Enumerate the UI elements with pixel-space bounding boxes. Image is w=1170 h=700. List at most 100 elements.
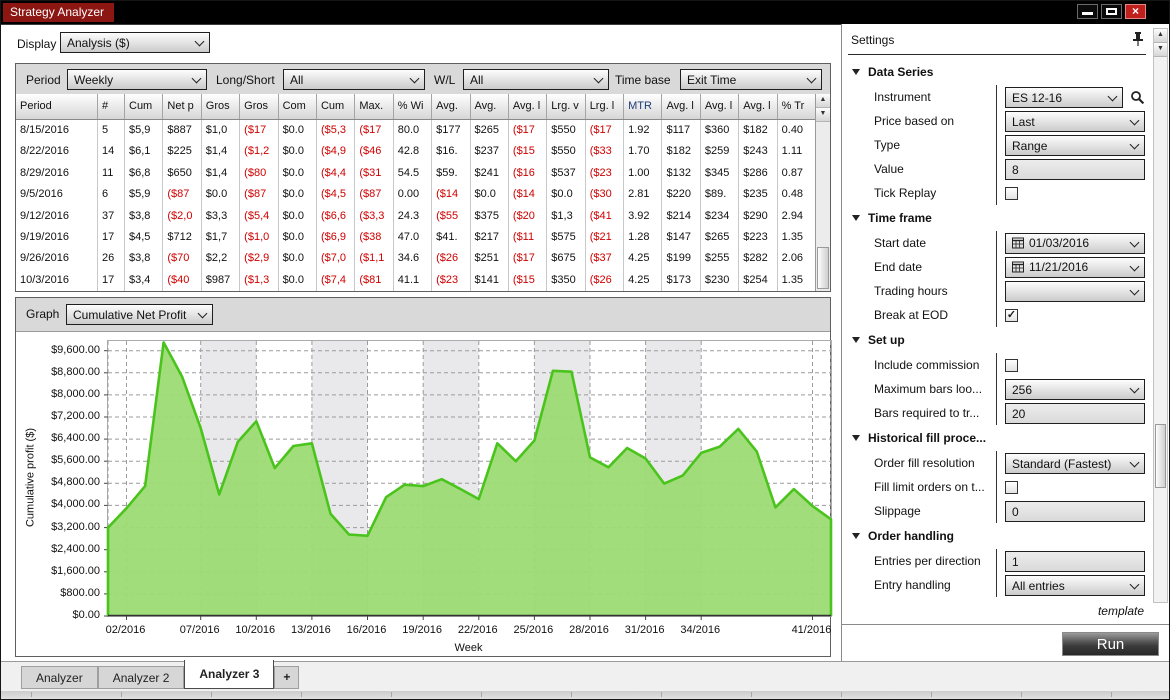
cell: ($6,9 xyxy=(317,226,356,249)
include-commission-checkbox[interactable] xyxy=(1005,358,1018,372)
settings-scrollbar[interactable]: ▲ ▼ xyxy=(1153,28,1168,603)
cell: $887 xyxy=(163,120,202,142)
column-header-wi[interactable]: % Wi xyxy=(394,94,433,119)
slippage-input[interactable]: 0 xyxy=(1005,500,1145,522)
column-header-lrg-l[interactable]: Lrg. l xyxy=(586,94,625,119)
column-header-net-p[interactable]: Net p xyxy=(163,94,202,119)
end-date-picker[interactable]: 11/21/2016 xyxy=(1005,256,1145,278)
table-row[interactable]: 8/22/2016 14 $6,1 $225 $1,4 ($1,2 $0.0 ($4,9 ($4… xyxy=(16,141,816,163)
cell: $265 xyxy=(471,120,509,142)
price-based-on-select[interactable]: Last xyxy=(1005,110,1145,132)
cell: ($2,9 xyxy=(240,248,279,270)
instrument-search-button[interactable] xyxy=(1130,90,1145,105)
table-row[interactable]: 10/3/2016 17 $3,4 ($40 $987 ($1,3 $0.0 ($7,4 ($8… xyxy=(16,269,816,291)
scroll-down-icon[interactable]: ▼ xyxy=(1154,43,1167,57)
column-header-period[interactable]: Period xyxy=(16,94,98,119)
setting-control: 8 xyxy=(996,157,1150,181)
section-header-order-handling[interactable]: Order handling xyxy=(848,523,1150,549)
setting-label: Break at EOD xyxy=(874,308,949,322)
y-tick-label: $1,600.00 xyxy=(51,564,100,577)
start-date-picker[interactable]: 01/03/2016 xyxy=(1005,232,1145,254)
column-header-gros[interactable]: Gros xyxy=(202,94,241,119)
column-header-max[interactable]: Max. xyxy=(355,94,394,119)
y-tick-label: $4,800.00 xyxy=(51,476,100,489)
maximum-bars-loo-select[interactable]: 256 xyxy=(1005,378,1145,400)
entries-per-direction-input[interactable]: 1 xyxy=(1005,550,1145,572)
type-select[interactable]: Range xyxy=(1005,134,1145,156)
cell: 80.0 xyxy=(394,120,433,142)
cell: 1.92 xyxy=(624,120,663,142)
scroll-up-icon[interactable]: ▲ xyxy=(1154,29,1167,43)
wl-select[interactable]: All xyxy=(463,69,609,90)
table-row[interactable]: 8/15/2016 5 $5,9 $887 $1,0 ($17 $0.0 ($5,3 ($17 8… xyxy=(16,120,816,142)
cell: $1,3 xyxy=(547,205,586,227)
tick-replay-checkbox[interactable] xyxy=(1005,186,1018,200)
section-header-historical-fill-proce[interactable]: Historical fill proce... xyxy=(848,425,1150,451)
title-bar[interactable]: Strategy Analyzer × xyxy=(1,1,1169,25)
close-button[interactable]: × xyxy=(1125,4,1146,19)
column-header-cum[interactable]: Cum xyxy=(317,94,356,119)
table-scrollbar[interactable]: ▲ ▼ xyxy=(815,94,830,291)
tab-analyzer-3[interactable]: Analyzer 3 xyxy=(184,660,275,689)
display-select[interactable]: Analysis ($) xyxy=(60,32,210,53)
long-short-select[interactable]: All xyxy=(283,69,425,90)
add-tab-button[interactable]: + xyxy=(274,666,300,689)
scroll-down-icon[interactable]: ▼ xyxy=(816,108,830,122)
run-button[interactable]: Run xyxy=(1062,632,1159,656)
section-header-data-series[interactable]: Data Series xyxy=(848,59,1150,85)
column-header-lrg-v[interactable]: Lrg. v xyxy=(547,94,586,119)
table-row[interactable]: 9/19/2016 17 $4,5 $712 $1,7 ($1,0 $0.0 ($6,9 ($3… xyxy=(16,226,816,249)
break-at-eod-checkbox[interactable]: ✓ xyxy=(1005,308,1018,322)
column-header-item[interactable]: # xyxy=(98,94,125,119)
column-header-avg[interactable]: Avg. xyxy=(432,94,471,119)
table-row[interactable]: 9/12/2016 37 $3,8 ($2,0 $3,3 ($5,4 $0.0 ($6,6 ($… xyxy=(16,205,816,227)
column-header-avg[interactable]: Avg. xyxy=(471,94,509,119)
cell: $712 xyxy=(163,226,202,249)
order-fill-resolution-select[interactable]: Standard (Fastest) xyxy=(1005,452,1145,474)
table-row[interactable]: 9/26/2016 26 $3,8 ($70 $2,2 ($2,9 $0.0 ($7,0 ($1… xyxy=(16,248,816,270)
column-header-avg-l[interactable]: Avg. l xyxy=(509,94,548,119)
section-header-time-frame[interactable]: Time frame xyxy=(848,205,1150,231)
table-row[interactable]: 8/29/2016 11 $6,8 $650 $1,4 ($80 $0.0 ($4,4 ($31… xyxy=(16,162,816,185)
window-title: Strategy Analyzer xyxy=(3,3,115,22)
column-header-tr[interactable]: % Tr xyxy=(778,94,816,119)
value-input[interactable]: 8 xyxy=(1005,158,1145,180)
setting-row-start-date: Start date 01/03/2016 xyxy=(848,231,1150,255)
scrollbar-thumb[interactable] xyxy=(1155,424,1166,488)
cell: $2,2 xyxy=(202,248,241,270)
fill-limit-orders-on-t-checkbox[interactable] xyxy=(1005,480,1018,494)
table-row[interactable]: 9/5/2016 6 $5,9 ($87 $0.0 ($87 $0.0 ($4,5 ($87 0.… xyxy=(16,184,816,206)
cell: ($15 xyxy=(509,141,548,163)
column-header-mtr[interactable]: MTR xyxy=(624,94,663,119)
cell: ($14 xyxy=(432,184,471,206)
entry-handling-select[interactable]: All entries xyxy=(1005,574,1145,596)
bars-required-to-tr-input[interactable]: 20 xyxy=(1005,402,1145,424)
tab-analyzer[interactable]: Analyzer xyxy=(21,666,98,689)
column-header-avg-l[interactable]: Avg. l xyxy=(739,94,778,119)
cell: ($3,3 xyxy=(355,205,394,227)
column-header-com[interactable]: Com xyxy=(279,94,317,119)
maximize-button[interactable] xyxy=(1101,4,1122,19)
minimize-button[interactable] xyxy=(1077,4,1098,19)
section-header-set-up[interactable]: Set up xyxy=(848,327,1150,353)
column-header-avg-l[interactable]: Avg. l xyxy=(662,94,701,119)
cell: ($5,4 xyxy=(240,205,279,227)
column-header-gros[interactable]: Gros xyxy=(240,94,279,119)
scrollbar-thumb[interactable] xyxy=(817,247,829,289)
template-link[interactable]: template xyxy=(1098,604,1144,618)
column-header-avg-l[interactable]: Avg. l xyxy=(701,94,740,119)
column-header-cum[interactable]: Cum xyxy=(125,94,164,119)
trading-hours-select[interactable] xyxy=(1005,280,1145,302)
instrument-select[interactable]: ES 12-16 xyxy=(1005,86,1123,108)
period-select[interactable]: Weekly xyxy=(67,69,207,90)
pin-icon[interactable] xyxy=(1131,31,1145,47)
scroll-up-icon[interactable]: ▲ xyxy=(816,94,830,108)
graph-type-select[interactable]: Cumulative Net Profit xyxy=(66,304,213,325)
setting-row-entry-handling: Entry handling All entries xyxy=(848,573,1150,597)
cell: $0.0 xyxy=(279,120,317,142)
cell: $5,9 xyxy=(125,120,164,142)
tab-analyzer-2[interactable]: Analyzer 2 xyxy=(97,666,185,689)
chevron-down-icon xyxy=(194,36,205,47)
cell: ($30 xyxy=(586,184,625,206)
time-base-select[interactable]: Exit Time xyxy=(680,69,822,90)
